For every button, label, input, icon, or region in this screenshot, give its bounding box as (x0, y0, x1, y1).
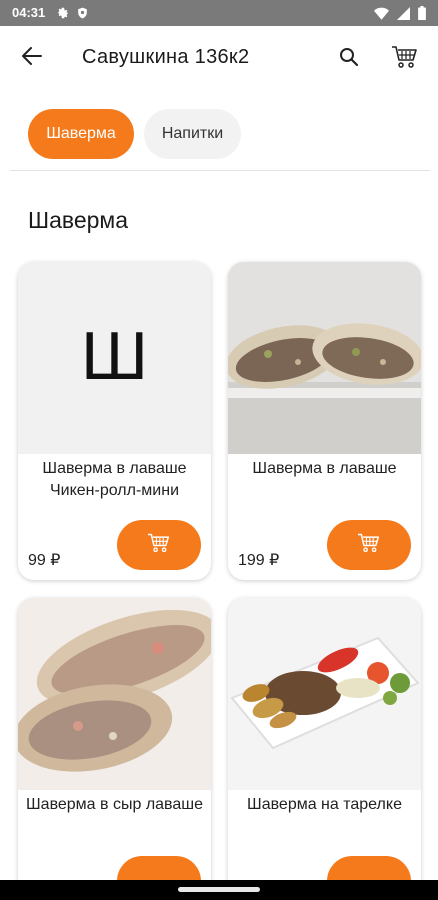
cart-button[interactable] (388, 42, 422, 76)
product-name: Шаверма в сыр лаваше (26, 796, 203, 813)
chip-drinks[interactable]: Напитки (144, 109, 241, 159)
search-button[interactable] (334, 44, 364, 74)
product-image (228, 262, 421, 454)
status-time: 04:31 (12, 5, 46, 20)
add-to-cart-button[interactable] (117, 520, 201, 570)
category-chips: Шаверма Напитки (28, 109, 241, 159)
cart-icon (146, 532, 172, 559)
product-card[interactable]: Ш Шаверма в лаваше Чикен-ролл-мини 99 ₽ (18, 262, 211, 580)
home-gesture-handle[interactable] (178, 887, 260, 892)
product-name: Шаверма на тарелке (247, 796, 402, 813)
divider (10, 170, 430, 171)
chip-shawarma[interactable]: Шаверма (28, 109, 134, 159)
page-title: Савушкина 136к2 (82, 46, 250, 68)
shield-icon (76, 6, 89, 25)
back-button[interactable] (14, 44, 50, 72)
add-to-cart-button[interactable] (327, 520, 411, 570)
shawarma-cut-photo (18, 598, 211, 790)
cart-icon (391, 44, 419, 75)
product-name: Шаверма в лаваше (252, 460, 397, 477)
system-nav-bar (0, 880, 438, 900)
product-price: 99 ₽ (28, 552, 61, 569)
product-image-placeholder: Ш (18, 262, 211, 454)
wifi-icon (374, 7, 389, 25)
section-title: Шаверма (28, 207, 129, 233)
app-bar: Савушкина 136к2 (0, 26, 438, 90)
status-left-icons (56, 6, 89, 25)
arrow-back-icon (22, 46, 42, 70)
signal-icon (397, 6, 410, 25)
shawarma-rolls-photo (228, 262, 421, 454)
gear-icon (56, 6, 70, 25)
product-card[interactable]: Шаверма на тарелке (228, 598, 421, 898)
product-image-letter: Ш (80, 321, 149, 395)
product-card[interactable]: Шаверма в лаваше 199 ₽ (228, 262, 421, 580)
product-name: Шаверма в лаваше Чикен-ролл-мини (42, 460, 187, 499)
battery-icon (418, 6, 426, 25)
product-card[interactable]: Шаверма в сыр лаваше (18, 598, 211, 898)
shawarma-plate-photo (228, 598, 421, 790)
status-bar: 04:31 (0, 0, 438, 26)
cart-icon (356, 532, 382, 559)
status-right-icons (374, 6, 426, 25)
search-icon (339, 47, 359, 72)
product-price: 199 ₽ (238, 552, 280, 569)
product-image (228, 598, 421, 790)
product-image (18, 598, 211, 790)
